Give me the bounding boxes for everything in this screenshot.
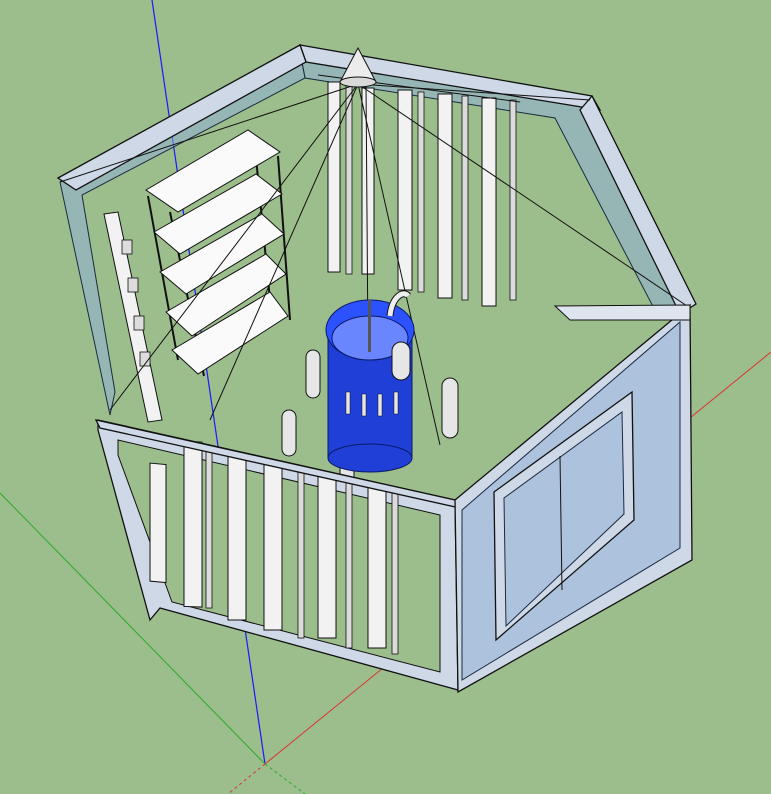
back-wall-panels — [317, 74, 521, 307]
front-rail-4 — [391, 489, 399, 655]
front-rail-1 — [205, 447, 213, 609]
left-bracket-2 — [127, 277, 139, 293]
modeling-viewport[interactable] — [0, 0, 771, 794]
back-rail-2 — [417, 91, 425, 293]
back-rail-1 — [345, 85, 353, 275]
top-right-frame — [579, 94, 697, 315]
shelving-unit — [145, 129, 291, 377]
back-panel-4 — [437, 93, 453, 299]
front-rail-2 — [297, 469, 305, 639]
front-panel-1 — [149, 462, 167, 584]
back-panel-5 — [481, 97, 497, 307]
left-bracket-1 — [121, 239, 133, 255]
green-axis-dotted — [264, 763, 306, 794]
front-panel-4 — [263, 461, 283, 631]
front-panel-2 — [183, 440, 203, 608]
front-panel-3 — [227, 454, 247, 621]
front-panel-6 — [367, 485, 387, 649]
side-beam — [553, 304, 691, 321]
scene-canvas[interactable] — [0, 0, 771, 794]
red-axis-dotted — [227, 763, 266, 794]
blue-tank — [325, 290, 415, 473]
front-rail-3 — [345, 479, 353, 649]
back-panel-3 — [397, 89, 413, 291]
back-panel-2 — [361, 87, 375, 275]
back-rail-3 — [461, 95, 469, 301]
front-right-wall — [454, 303, 693, 694]
front-panel-5 — [317, 475, 337, 639]
back-rail-4 — [509, 99, 517, 301]
left-bracket-3 — [133, 315, 145, 331]
